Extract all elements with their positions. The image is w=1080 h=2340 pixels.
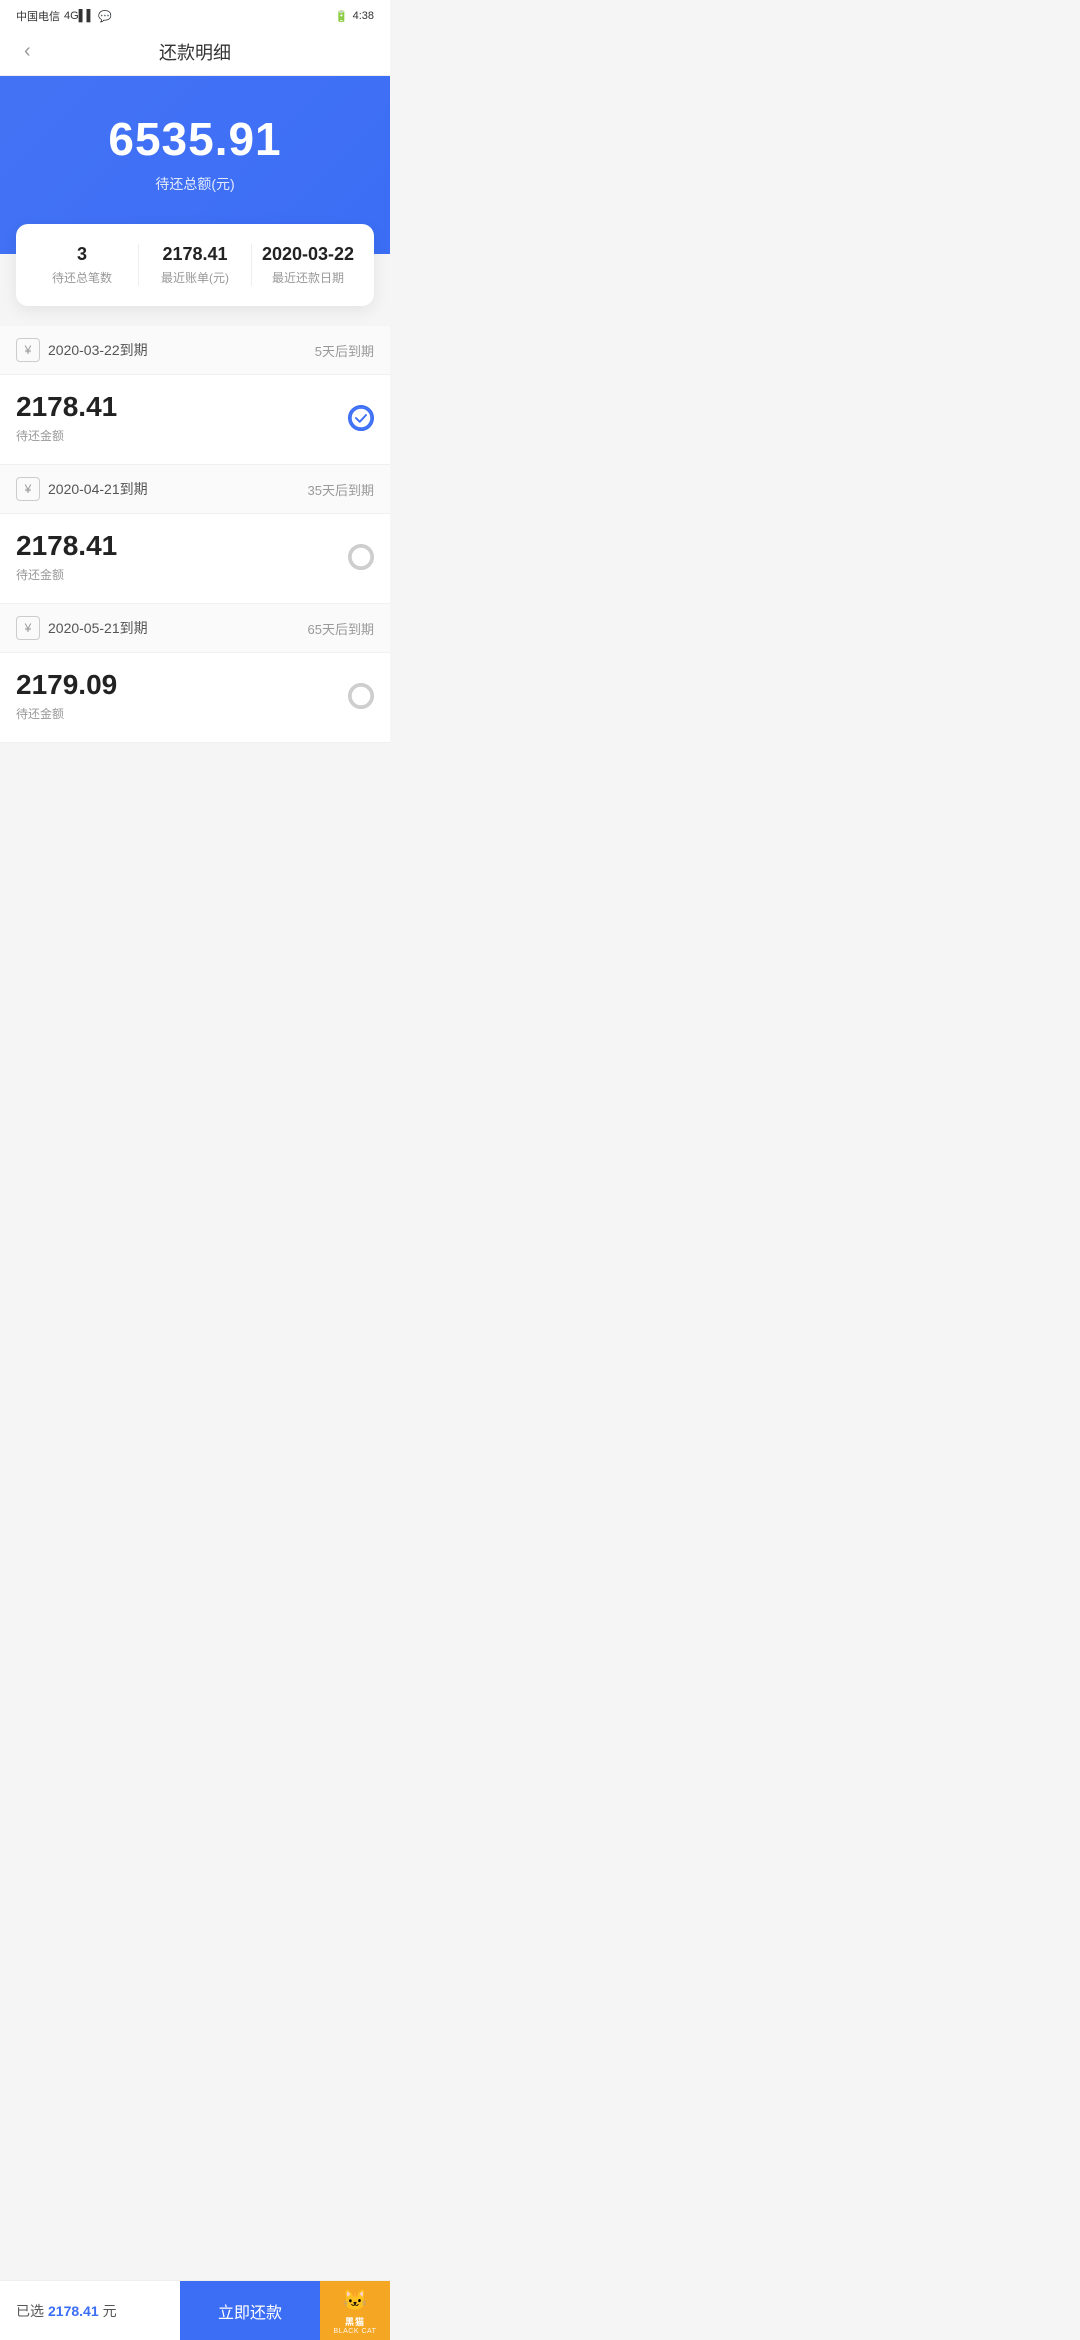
payment-header-2: ¥ 2020-04-21到期 35天后到期 [0,465,390,514]
recent-bill-desc: 最近账单(元) [139,269,251,286]
back-button[interactable]: ‹ [16,32,39,71]
payment-header-left-2: ¥ 2020-04-21到期 [16,477,148,501]
signal-icon: 4G▌▌ [64,10,94,22]
spacer-area [0,743,390,943]
wechat-icon: 💬 [98,10,112,23]
payment-amount-1: 2178.41 [16,391,117,423]
yuan-icon-1: ¥ [16,338,40,362]
yuan-icon-2: ¥ [16,477,40,501]
due-days-1: 5天后到期 [315,341,374,360]
status-carrier: 中国电信 4G▌▌ 💬 [16,8,112,24]
select-radio-3[interactable] [348,683,374,709]
select-radio-1[interactable] [348,405,374,431]
selected-amount: 2178.41 [48,2303,99,2319]
payment-header-left-3: ¥ 2020-05-21到期 [16,616,148,640]
select-radio-2[interactable] [348,544,374,570]
due-date-3: 2020-05-21到期 [48,618,148,638]
payment-amount-3: 2179.09 [16,669,117,701]
payment-item-3[interactable]: ¥ 2020-05-21到期 65天后到期 2179.09 待还金额 [0,604,390,743]
summary-recent-bill: 2178.41 最近账单(元) [138,244,251,286]
payment-amount-2: 2178.41 [16,530,117,562]
payment-amount-label-2: 待还金额 [16,566,117,583]
cat-icon: 🐱 [343,2288,368,2313]
payment-header-3: ¥ 2020-05-21到期 65天后到期 [0,604,390,653]
payment-amount-label-3: 待还金额 [16,705,117,722]
payment-amount-area-1: 2178.41 待还金额 [16,391,117,444]
nav-bar: ‹ 还款明细 [0,28,390,76]
payment-body-1: 2178.41 待还金额 [0,375,390,464]
page-title: 还款明细 [159,39,231,65]
recent-date-value: 2020-03-22 [252,244,364,265]
payment-header-left-1: ¥ 2020-03-22到期 [16,338,148,362]
summary-card: 3 待还总笔数 2178.41 最近账单(元) 2020-03-22 最近还款日… [16,224,374,306]
battery-icon: 🔋 [335,10,349,23]
summary-recent-date: 2020-03-22 最近还款日期 [251,244,364,286]
selected-prefix: 已选 [16,2301,44,2321]
payment-body-2: 2178.41 待还金额 [0,514,390,603]
bottom-padding [0,943,390,1003]
due-days-2: 35天后到期 [308,480,374,499]
bottom-bar: 已选 2178.41 元 立即还款 🐱 黑猫 BLACK CAT [0,2280,390,2340]
payment-amount-area-3: 2179.09 待还金额 [16,669,117,722]
total-amount: 6535.91 [20,112,370,166]
payment-amount-label-1: 待还金额 [16,427,117,444]
black-cat-sublabel: BLACK CAT [334,2328,377,2335]
payment-item-2[interactable]: ¥ 2020-04-21到期 35天后到期 2178.41 待还金额 [0,465,390,604]
yuan-icon-3: ¥ [16,616,40,640]
due-date-2: 2020-04-21到期 [48,479,148,499]
total-count-value: 3 [26,244,138,265]
due-date-1: 2020-03-22到期 [48,340,148,360]
summary-total-count: 3 待还总笔数 [26,244,138,286]
total-count-desc: 待还总笔数 [26,269,138,286]
payment-body-3: 2179.09 待还金额 [0,653,390,742]
recent-date-desc: 最近还款日期 [252,269,364,286]
status-bar: 中国电信 4G▌▌ 💬 🔋 4:38 [0,0,390,28]
payment-amount-area-2: 2178.41 待还金额 [16,530,117,583]
total-amount-label: 待还总额(元) [20,174,370,194]
black-cat-badge[interactable]: 🐱 黑猫 BLACK CAT [320,2281,390,2340]
pay-now-button[interactable]: 立即还款 [180,2281,320,2340]
status-time-area: 🔋 4:38 [335,10,374,23]
due-days-3: 65天后到期 [308,619,374,638]
status-time: 4:38 [353,10,374,22]
recent-bill-value: 2178.41 [139,244,251,265]
bottom-selected-area: 已选 2178.41 元 [0,2281,180,2340]
black-cat-label: 黑猫 [345,2315,365,2328]
selected-suffix: 元 [103,2301,117,2321]
payment-list: ¥ 2020-03-22到期 5天后到期 2178.41 待还金额 [0,326,390,743]
payment-item-1[interactable]: ¥ 2020-03-22到期 5天后到期 2178.41 待还金额 [0,326,390,465]
payment-header-1: ¥ 2020-03-22到期 5天后到期 [0,326,390,375]
